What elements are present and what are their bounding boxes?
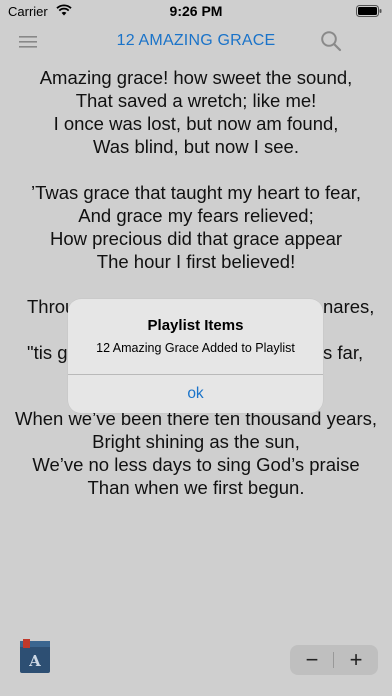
stanza-2: ’Twas grace that taught my heart to fear…	[0, 181, 392, 273]
lyric-line: How precious did that grace appear	[49, 228, 343, 249]
lyric-fragment: "tis g	[27, 342, 68, 363]
hamburger-menu-icon[interactable]	[19, 36, 39, 48]
lyric-fragment: nares,	[323, 296, 375, 317]
hymnal-book-icon[interactable]: A	[19, 638, 51, 674]
battery-icon	[356, 5, 382, 17]
playlist-alert-dialog: Playlist Items 12 Amazing Grace Added to…	[68, 299, 323, 413]
lyrics-text: Amazing grace! how sweet the sound, That…	[0, 66, 392, 296]
search-icon[interactable]	[320, 30, 342, 52]
lyric-line: ’Twas grace that taught my heart to fear…	[30, 182, 362, 203]
lyric-line: Bright shining as the sun,	[92, 431, 300, 452]
alert-title: Playlist Items	[147, 317, 244, 334]
stanza-4: When we’ve been there ten thousand years…	[0, 407, 392, 499]
nav-bar: 12 AMAZING GRACE	[0, 24, 392, 60]
zoom-out-button[interactable]: −	[290, 645, 334, 675]
zoom-in-button[interactable]: +	[334, 645, 378, 675]
lyric-line: And grace my fears relieved;	[78, 205, 314, 226]
zoom-stepper: − +	[290, 645, 378, 675]
clock: 9:26 PM	[169, 3, 223, 19]
lyric-line: Amazing grace! how sweet the sound,	[39, 67, 353, 88]
lyric-line: The hour I first believed!	[96, 251, 296, 272]
svg-text:A: A	[28, 652, 41, 670]
ok-button[interactable]: ok	[68, 375, 323, 413]
lyric-line: Was blind, but now I see.	[92, 136, 299, 157]
page-title: 12 AMAZING GRACE	[116, 32, 276, 49]
lyric-fragment: s far,	[323, 342, 364, 363]
stanza-1: Amazing grace! how sweet the sound, That…	[0, 66, 392, 158]
alert-message: 12 Amazing Grace Added to Playlist	[96, 341, 295, 355]
lyric-line: That saved a wretch; like me!	[75, 90, 317, 111]
lyric-line: Than when we first begun.	[87, 477, 305, 498]
status-bar: Carrier 9:26 PM	[0, 0, 392, 22]
lyric-line: I once was lost, but now am found,	[53, 113, 339, 134]
lyric-line: We’ve no less days to sing God’s praise	[32, 454, 360, 475]
